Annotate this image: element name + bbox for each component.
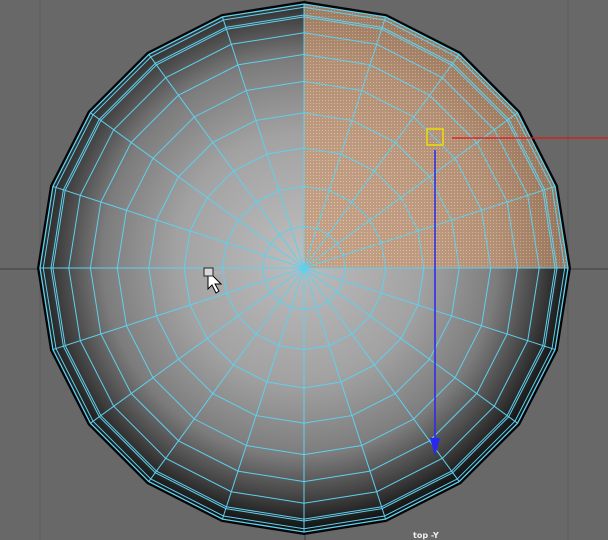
camera-view-label: top -Y [413,531,439,540]
viewport-scene[interactable] [0,0,608,540]
pole-vertex [301,265,307,271]
sphere-wireframe [39,3,569,533]
selected-faces [304,4,568,268]
viewport-panel[interactable]: top -Y [0,0,608,540]
